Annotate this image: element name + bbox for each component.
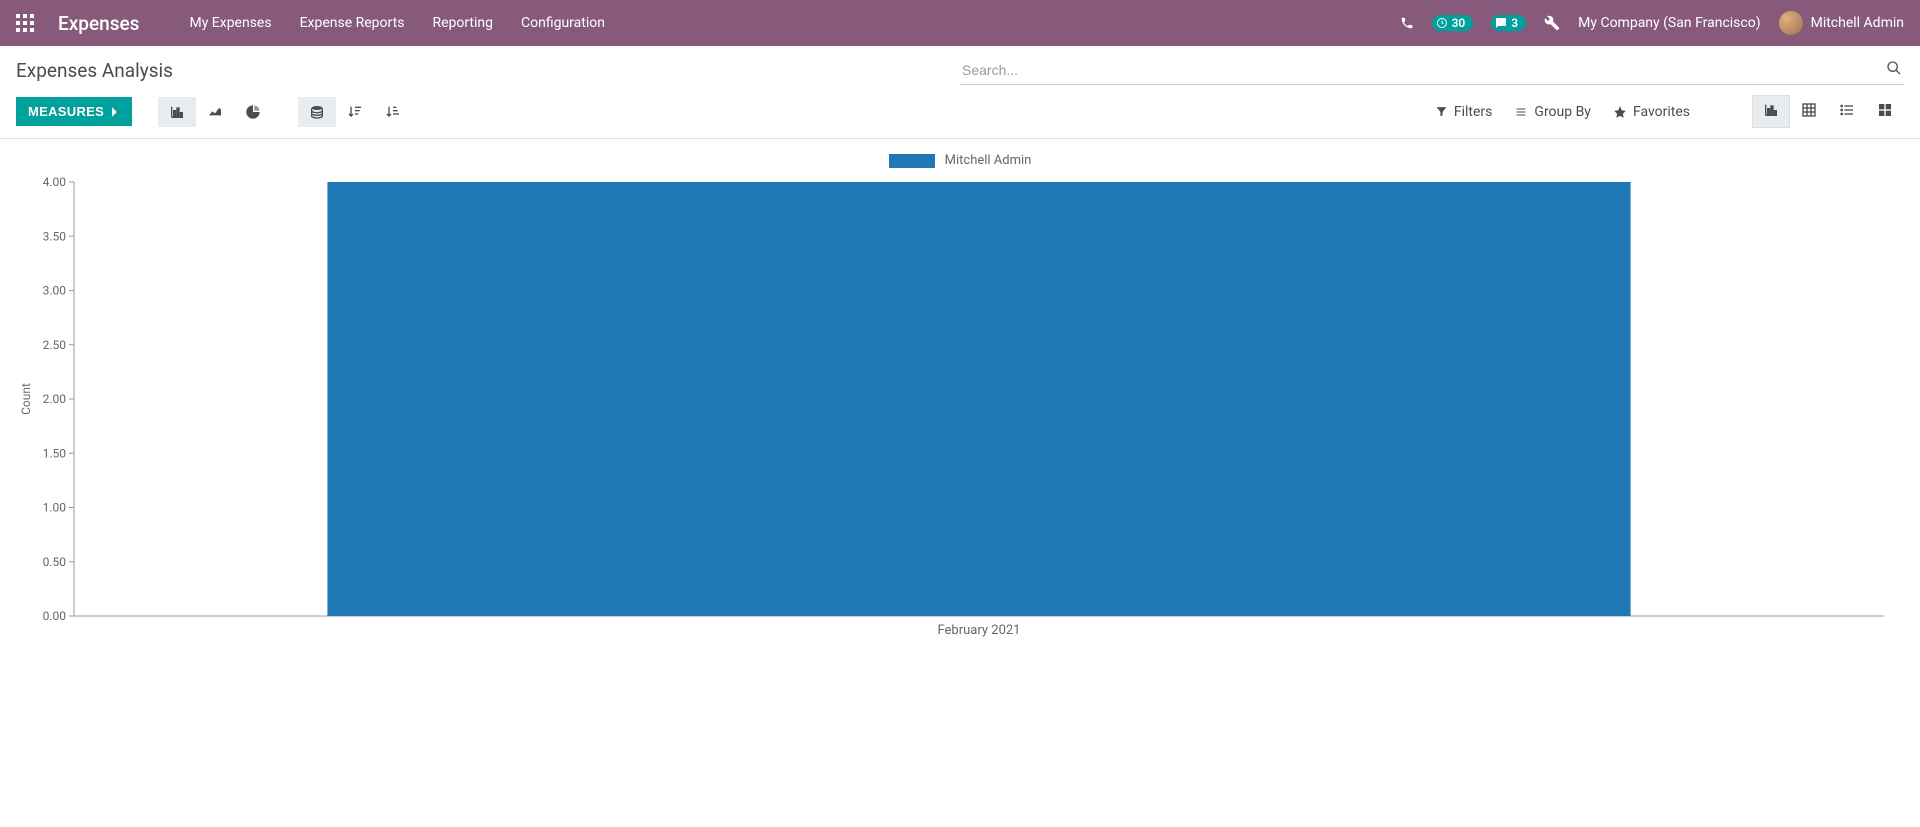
nav-link-my-expenses[interactable]: My Expenses bbox=[179, 9, 281, 37]
chart-legend: Mitchell Admin bbox=[16, 149, 1904, 176]
phone-icon[interactable] bbox=[1400, 16, 1414, 30]
pie-chart-button[interactable] bbox=[234, 97, 272, 127]
company-selector[interactable]: My Company (San Francisco) bbox=[1578, 15, 1760, 31]
app-brand[interactable]: Expenses bbox=[58, 12, 139, 35]
search-input[interactable] bbox=[960, 56, 1880, 84]
filters-button[interactable]: Filters bbox=[1435, 104, 1493, 120]
messages-badge[interactable]: 3 bbox=[1491, 15, 1526, 31]
nav-link-reporting[interactable]: Reporting bbox=[422, 9, 503, 37]
measures-button[interactable]: MEASURES bbox=[16, 97, 132, 126]
search-bar bbox=[960, 56, 1904, 85]
svg-text:February 2021: February 2021 bbox=[937, 623, 1020, 638]
nav-link-configuration[interactable]: Configuration bbox=[511, 9, 615, 37]
svg-text:Count: Count bbox=[19, 383, 33, 415]
search-options: Filters Group By Favorites bbox=[1435, 95, 1904, 128]
svg-text:0.00: 0.00 bbox=[43, 609, 67, 623]
view-switcher bbox=[1752, 95, 1904, 128]
apps-icon[interactable] bbox=[16, 14, 34, 32]
nav-link-expense-reports[interactable]: Expense Reports bbox=[290, 9, 415, 37]
top-navbar: Expenses My Expenses Expense Reports Rep… bbox=[0, 0, 1920, 46]
sort-asc-button[interactable] bbox=[374, 97, 412, 127]
svg-text:3.00: 3.00 bbox=[43, 284, 67, 298]
svg-text:1.00: 1.00 bbox=[43, 501, 67, 515]
bar-chart-button[interactable] bbox=[158, 97, 196, 127]
favorites-label: Favorites bbox=[1633, 104, 1690, 120]
stacked-button[interactable] bbox=[298, 97, 336, 127]
chart-area: Mitchell Admin 0.00 0.50 1.00 1.50 2.00 2.50 3… bbox=[0, 139, 1920, 659]
svg-text:4.00: 4.00 bbox=[43, 176, 67, 189]
navbar-right: 30 3 My Company (San Francisco) Mitchell… bbox=[1400, 11, 1904, 35]
messages-count: 3 bbox=[1511, 16, 1518, 30]
groupby-button[interactable]: Group By bbox=[1514, 104, 1591, 120]
svg-text:1.50: 1.50 bbox=[43, 446, 67, 460]
groupby-label: Group By bbox=[1534, 104, 1591, 120]
sort-desc-button[interactable] bbox=[336, 97, 374, 127]
svg-text:3.50: 3.50 bbox=[43, 229, 67, 243]
measures-label: MEASURES bbox=[28, 104, 104, 119]
activity-count: 30 bbox=[1452, 16, 1466, 30]
nav-links: My Expenses Expense Reports Reporting Co… bbox=[179, 9, 614, 37]
bar-chart: 0.00 0.50 1.00 1.50 2.00 2.50 3.00 3.50 4.00 Coun… bbox=[16, 176, 1904, 646]
line-chart-button[interactable] bbox=[196, 97, 234, 127]
search-icon[interactable] bbox=[1886, 60, 1902, 80]
debug-icon[interactable] bbox=[1544, 15, 1560, 31]
svg-text:2.50: 2.50 bbox=[43, 338, 67, 352]
kanban-view-button[interactable] bbox=[1866, 95, 1904, 128]
legend-label: Mitchell Admin bbox=[945, 153, 1032, 168]
chart-mode-group bbox=[298, 97, 412, 127]
svg-text:0.50: 0.50 bbox=[43, 555, 67, 569]
chart-type-group bbox=[158, 97, 272, 127]
favorites-button[interactable]: Favorites bbox=[1613, 104, 1690, 120]
avatar bbox=[1779, 11, 1803, 35]
user-name: Mitchell Admin bbox=[1811, 15, 1904, 31]
page-title: Expenses Analysis bbox=[16, 59, 173, 82]
user-menu[interactable]: Mitchell Admin bbox=[1779, 11, 1904, 35]
graph-view-button[interactable] bbox=[1752, 95, 1790, 128]
legend-swatch bbox=[889, 154, 935, 168]
activity-badge[interactable]: 30 bbox=[1432, 15, 1474, 31]
list-view-button[interactable] bbox=[1828, 95, 1866, 128]
pivot-view-button[interactable] bbox=[1790, 95, 1828, 128]
control-panel: Expenses Analysis MEASURES bbox=[0, 46, 1920, 139]
filters-label: Filters bbox=[1454, 104, 1493, 120]
svg-text:2.00: 2.00 bbox=[43, 392, 67, 406]
